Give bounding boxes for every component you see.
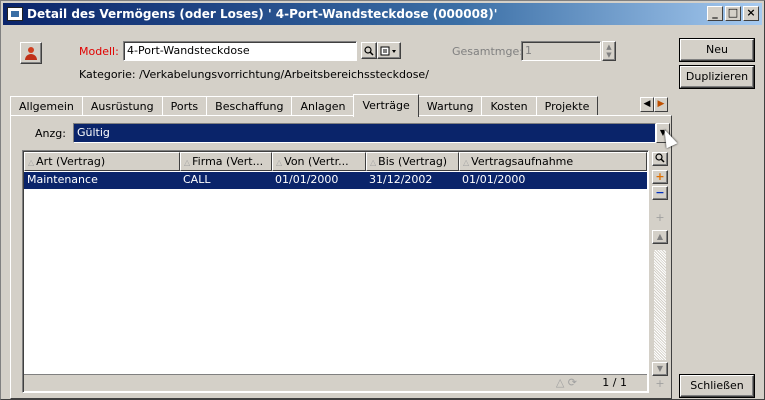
- tab-scroll-buttons: ◀ ▶: [640, 97, 668, 112]
- cell-art: Maintenance: [27, 173, 98, 186]
- remove-button[interactable]: −: [652, 186, 668, 200]
- total-quantity-field: 1: [521, 41, 601, 61]
- list-toolbar: + − + ▲ ▼ +: [650, 150, 670, 393]
- column-header-vertragsaufnahme[interactable]: △ Vertragsaufnahme: [459, 152, 647, 171]
- add-disabled-icon: +: [652, 212, 668, 226]
- title-bar[interactable]: Detail des Vermögens (oder Loses) ' 4-Po…: [3, 3, 762, 25]
- model-search-button[interactable]: [361, 42, 377, 59]
- table-row[interactable]: Maintenance CALL 01/01/2000 31/12/2002 0…: [24, 172, 647, 189]
- sort-icon: △: [370, 158, 377, 167]
- add-button[interactable]: +: [652, 170, 668, 184]
- total-quantity-label: Gesamtmge:: [452, 45, 523, 58]
- cell-vertragsaufnahme: 01/01/2000: [462, 173, 526, 186]
- search-icon: [364, 45, 374, 56]
- category-path: Kategorie: /Verkabelungsvorrichtung/Arbe…: [79, 68, 429, 81]
- tab-scroll-right-icon[interactable]: ▶: [654, 97, 668, 112]
- remove-icon: −: [655, 186, 665, 199]
- filter-select[interactable]: Gültig: [73, 123, 656, 143]
- search-icon: [655, 153, 665, 163]
- model-label: Modell:: [79, 45, 119, 58]
- model-field[interactable]: 4-Port-Wandsteckdose: [123, 41, 357, 61]
- tab-beschaffung[interactable]: Beschaffung: [206, 96, 293, 116]
- column-header-firma[interactable]: △ Firma (Vert...: [180, 152, 272, 171]
- cell-bis: 31/12/2002: [369, 173, 433, 186]
- tab-vertraege[interactable]: Verträge: [353, 94, 419, 117]
- scroll-up-button[interactable]: ▲: [652, 230, 668, 244]
- form-dropdown-icon: [380, 46, 396, 55]
- sort-icon: △: [463, 158, 470, 167]
- tab-strip: Allgemein Ausrüstung Ports Beschaffung A…: [10, 94, 599, 117]
- tab-scroll-left-icon[interactable]: ◀: [640, 97, 654, 112]
- tab-wartung[interactable]: Wartung: [417, 96, 483, 116]
- tab-allgemein[interactable]: Allgemein: [10, 96, 83, 116]
- expand-icon: +: [652, 378, 668, 392]
- minimize-button[interactable]: _: [707, 6, 723, 21]
- tab-anlagen[interactable]: Anlagen: [291, 96, 355, 116]
- sort-icon: △: [28, 158, 35, 167]
- quantity-spinner: ▲ ▼: [602, 41, 616, 61]
- refresh-icon[interactable]: △ ⟳: [556, 376, 577, 389]
- sort-icon: △: [276, 158, 283, 167]
- close-window-button[interactable]: ×: [743, 6, 759, 21]
- add-icon: +: [655, 170, 665, 183]
- maximize-button[interactable]: □: [725, 6, 741, 21]
- model-detail-button[interactable]: [377, 42, 401, 59]
- scrollbar-track[interactable]: [654, 250, 666, 360]
- tab-ausruestung[interactable]: Ausrüstung: [81, 96, 163, 116]
- tab-kosten[interactable]: Kosten: [481, 96, 537, 116]
- list-header: △ Art (Vertrag) △ Firma (Vert... △ Von (Ver…: [24, 152, 647, 171]
- person-icon: [28, 47, 34, 53]
- cell-von: 01/01/2000: [275, 173, 339, 186]
- user-picker-button[interactable]: [20, 42, 42, 64]
- new-button[interactable]: Neu: [680, 39, 754, 61]
- page-indicator: 1 / 1: [602, 376, 627, 389]
- tab-ports[interactable]: Ports: [161, 96, 208, 116]
- sort-icon: △: [184, 158, 191, 167]
- column-header-bis[interactable]: △ Bis (Vertrag): [366, 152, 459, 171]
- cell-firma: CALL: [183, 173, 211, 186]
- close-button[interactable]: Schließen: [680, 375, 754, 397]
- scroll-down-button[interactable]: ▼: [652, 362, 668, 376]
- list-status-bar: △ ⟳ 1 / 1: [24, 374, 647, 391]
- list-search-button[interactable]: [652, 152, 668, 166]
- column-header-von[interactable]: △ Von (Vertr...: [272, 152, 366, 171]
- spin-down-icon: ▼: [606, 51, 612, 59]
- window-title: Detail des Vermögens (oder Loses) ' 4-Po…: [27, 7, 498, 21]
- spin-up-icon: ▲: [606, 43, 612, 51]
- window-icon: [7, 7, 23, 21]
- column-header-art[interactable]: △ Art (Vertrag): [24, 152, 180, 171]
- asset-detail-window: Detail des Vermögens (oder Loses) ' 4-Po…: [0, 0, 765, 400]
- tab-projekte[interactable]: Projekte: [535, 96, 599, 116]
- duplicate-button[interactable]: Duplizieren: [680, 66, 754, 88]
- filter-label: Anzg:: [35, 127, 66, 140]
- contracts-list[interactable]: △ Art (Vertrag) △ Firma (Vert... △ Von (Ver…: [22, 150, 649, 393]
